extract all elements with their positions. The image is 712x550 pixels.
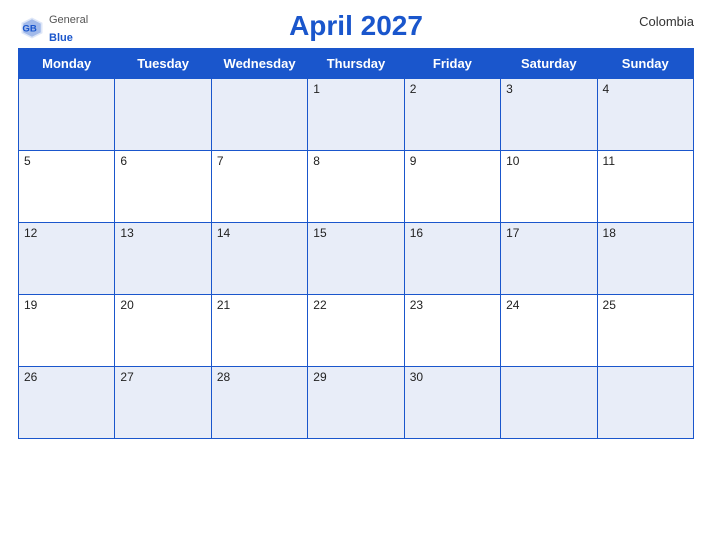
day-number: 16 bbox=[410, 226, 423, 240]
day-number: 18 bbox=[603, 226, 616, 240]
calendar-cell: 21 bbox=[211, 295, 307, 367]
week-row-2: 5 6 7 8 9 10 11 bbox=[19, 151, 694, 223]
day-number: 25 bbox=[603, 298, 616, 312]
calendar-cell: 9 bbox=[404, 151, 500, 223]
day-number: 4 bbox=[603, 82, 610, 96]
calendar-cell: 25 bbox=[597, 295, 693, 367]
day-number: 9 bbox=[410, 154, 417, 168]
calendar-wrapper: GB General Blue April 2027 Colombia Mond… bbox=[0, 0, 712, 550]
header-friday: Friday bbox=[404, 49, 500, 79]
header-monday: Monday bbox=[19, 49, 115, 79]
calendar-cell: 27 bbox=[115, 367, 211, 439]
day-number: 19 bbox=[24, 298, 37, 312]
calendar-cell: 20 bbox=[115, 295, 211, 367]
day-number: 11 bbox=[603, 154, 615, 168]
day-number: 26 bbox=[24, 370, 37, 384]
calendar-cell: 24 bbox=[501, 295, 597, 367]
svg-text:GB: GB bbox=[22, 24, 36, 35]
day-number: 22 bbox=[313, 298, 326, 312]
header-tuesday: Tuesday bbox=[115, 49, 211, 79]
calendar-cell bbox=[115, 79, 211, 151]
calendar-title: April 2027 bbox=[289, 10, 423, 42]
calendar-cell: 8 bbox=[308, 151, 404, 223]
weekday-header-row: Monday Tuesday Wednesday Thursday Friday… bbox=[19, 49, 694, 79]
calendar-cell bbox=[597, 367, 693, 439]
calendar-cell bbox=[501, 367, 597, 439]
day-number: 24 bbox=[506, 298, 519, 312]
week-row-4: 19 20 21 22 23 24 25 bbox=[19, 295, 694, 367]
header-wednesday: Wednesday bbox=[211, 49, 307, 79]
week-row-3: 12 13 14 15 16 17 18 bbox=[19, 223, 694, 295]
calendar-cell: 13 bbox=[115, 223, 211, 295]
day-number: 29 bbox=[313, 370, 326, 384]
day-number: 7 bbox=[217, 154, 224, 168]
calendar-table: Monday Tuesday Wednesday Thursday Friday… bbox=[18, 48, 694, 439]
calendar-cell: 7 bbox=[211, 151, 307, 223]
week-row-5: 26 27 28 29 30 bbox=[19, 367, 694, 439]
calendar-thead: Monday Tuesday Wednesday Thursday Friday… bbox=[19, 49, 694, 79]
day-number: 1 bbox=[313, 82, 320, 96]
calendar-cell bbox=[19, 79, 115, 151]
week-row-1: 1 2 3 4 bbox=[19, 79, 694, 151]
calendar-cell: 4 bbox=[597, 79, 693, 151]
calendar-cell: 1 bbox=[308, 79, 404, 151]
logo-blue: Blue bbox=[49, 32, 73, 44]
calendar-cell: 17 bbox=[501, 223, 597, 295]
day-number: 5 bbox=[24, 154, 31, 168]
calendar-cell: 23 bbox=[404, 295, 500, 367]
day-number: 10 bbox=[506, 154, 519, 168]
day-number: 6 bbox=[120, 154, 127, 168]
calendar-cell: 28 bbox=[211, 367, 307, 439]
calendar-cell: 14 bbox=[211, 223, 307, 295]
calendar-header: GB General Blue April 2027 Colombia bbox=[18, 10, 694, 42]
calendar-cell: 19 bbox=[19, 295, 115, 367]
logo-area: GB General Blue bbox=[18, 10, 88, 46]
calendar-body: 1234567891011121314151617181920212223242… bbox=[19, 79, 694, 439]
day-number: 30 bbox=[410, 370, 423, 384]
day-number: 8 bbox=[313, 154, 320, 168]
calendar-cell: 3 bbox=[501, 79, 597, 151]
calendar-cell: 6 bbox=[115, 151, 211, 223]
calendar-cell bbox=[211, 79, 307, 151]
calendar-cell: 10 bbox=[501, 151, 597, 223]
day-number: 28 bbox=[217, 370, 230, 384]
day-number: 15 bbox=[313, 226, 326, 240]
day-number: 27 bbox=[120, 370, 133, 384]
header-saturday: Saturday bbox=[501, 49, 597, 79]
calendar-cell: 29 bbox=[308, 367, 404, 439]
calendar-cell: 18 bbox=[597, 223, 693, 295]
day-number: 21 bbox=[217, 298, 230, 312]
calendar-cell: 12 bbox=[19, 223, 115, 295]
day-number: 3 bbox=[506, 82, 513, 96]
logo-text: General Blue bbox=[49, 10, 88, 46]
calendar-cell: 16 bbox=[404, 223, 500, 295]
day-number: 14 bbox=[217, 226, 230, 240]
calendar-cell: 30 bbox=[404, 367, 500, 439]
calendar-cell: 22 bbox=[308, 295, 404, 367]
logo-general: General bbox=[49, 14, 88, 26]
day-number: 23 bbox=[410, 298, 423, 312]
calendar-cell: 15 bbox=[308, 223, 404, 295]
day-number: 20 bbox=[120, 298, 133, 312]
header-sunday: Sunday bbox=[597, 49, 693, 79]
calendar-cell: 5 bbox=[19, 151, 115, 223]
day-number: 2 bbox=[410, 82, 417, 96]
calendar-cell: 2 bbox=[404, 79, 500, 151]
generalblue-logo-icon: GB bbox=[18, 14, 46, 42]
day-number: 17 bbox=[506, 226, 519, 240]
country-label: Colombia bbox=[639, 14, 694, 29]
header-thursday: Thursday bbox=[308, 49, 404, 79]
day-number: 13 bbox=[120, 226, 133, 240]
calendar-cell: 26 bbox=[19, 367, 115, 439]
calendar-cell: 11 bbox=[597, 151, 693, 223]
day-number: 12 bbox=[24, 226, 37, 240]
